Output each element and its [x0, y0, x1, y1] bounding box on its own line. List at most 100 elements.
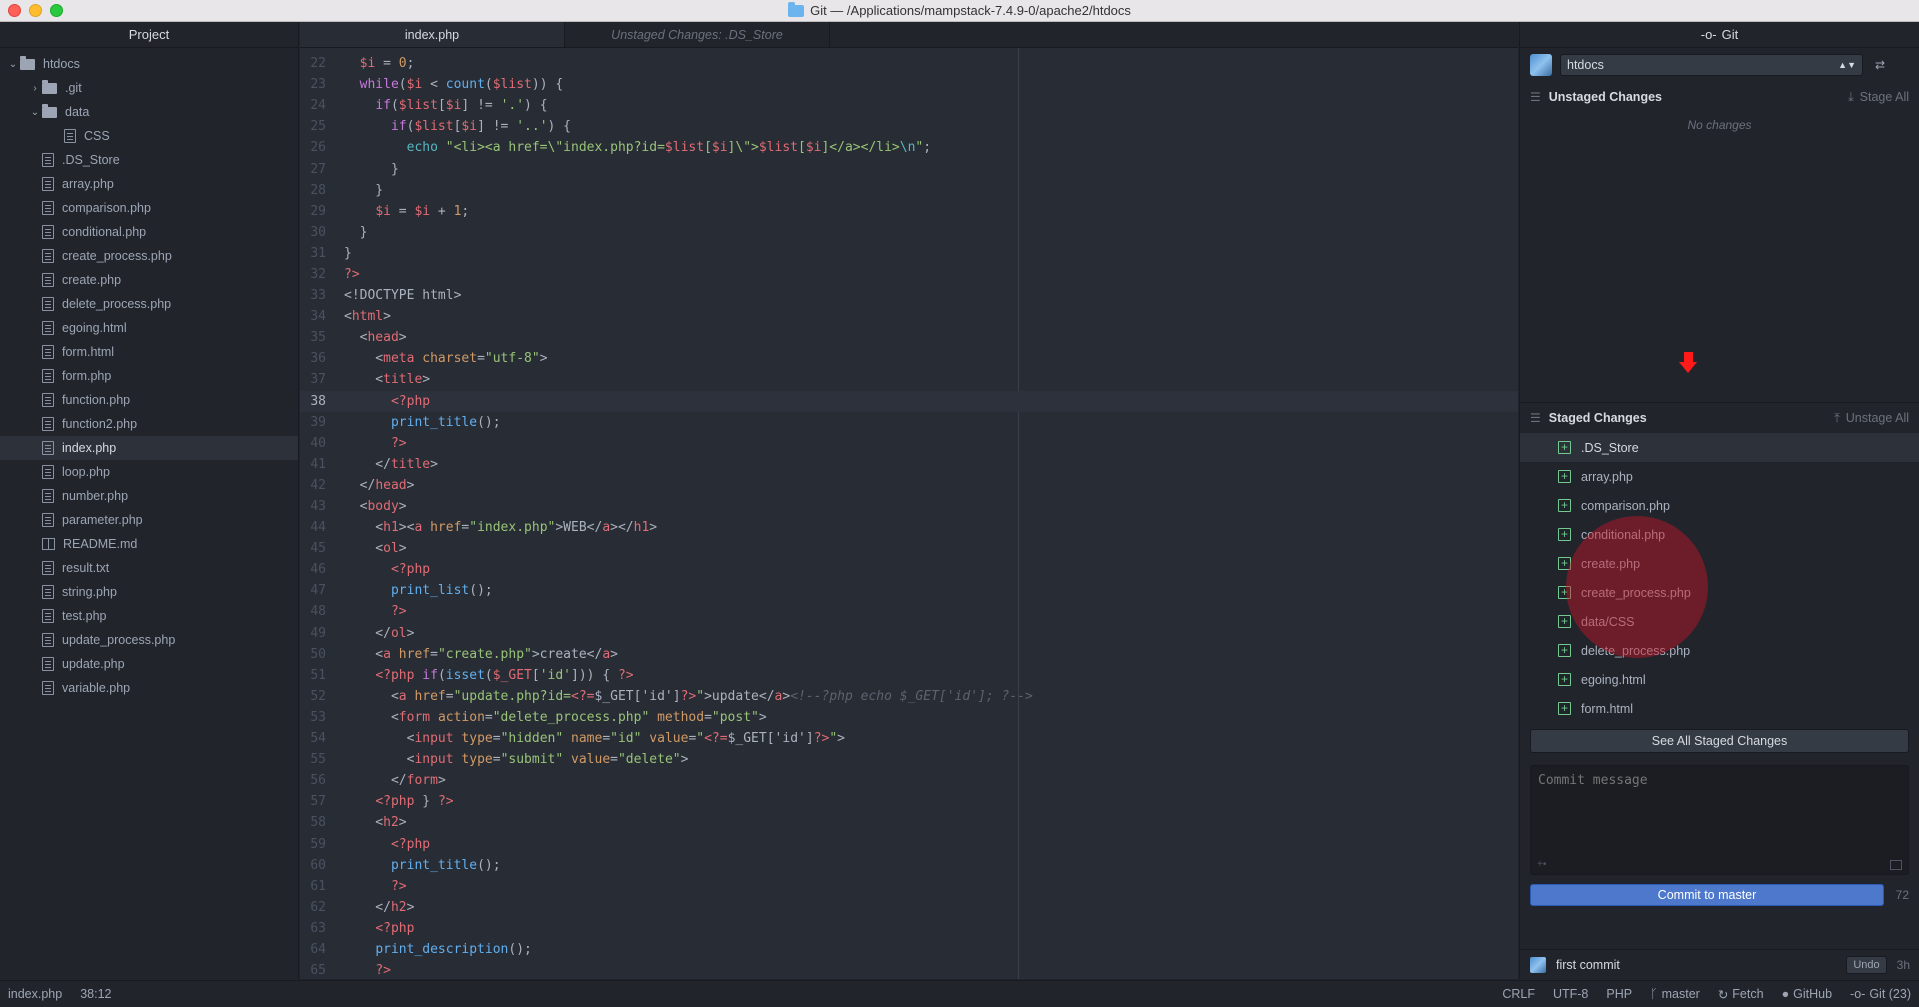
editor-tab[interactable]: index.php: [300, 22, 565, 47]
status-grammar[interactable]: PHP: [1606, 987, 1632, 1001]
status-git[interactable]: -o- Git (23): [1850, 987, 1911, 1001]
tree-item[interactable]: README.md: [0, 532, 298, 556]
staged-file-item[interactable]: + data/CSS: [1520, 607, 1919, 636]
minimize-window-button[interactable]: [29, 4, 42, 17]
status-file-path[interactable]: index.php: [8, 987, 62, 1001]
staged-file-item[interactable]: + array.php: [1520, 462, 1919, 491]
line-number[interactable]: 42: [300, 478, 326, 493]
line-number[interactable]: 39: [300, 415, 326, 430]
line-number[interactable]: 36: [300, 351, 326, 366]
line-number[interactable]: 34: [300, 309, 326, 324]
commit-button[interactable]: Commit to master: [1530, 884, 1884, 906]
recent-commit[interactable]: first commit Undo 3h: [1520, 949, 1919, 979]
line-number[interactable]: 37: [300, 372, 326, 387]
line-number[interactable]: 28: [300, 183, 326, 198]
line-number[interactable]: 63: [300, 921, 326, 936]
line-number[interactable]: 60: [300, 858, 326, 873]
undo-commit-button[interactable]: Undo: [1846, 955, 1887, 974]
line-number[interactable]: 35: [300, 330, 326, 345]
tree-item[interactable]: function2.php: [0, 412, 298, 436]
tree-item[interactable]: test.php: [0, 604, 298, 628]
line-number[interactable]: 65: [300, 963, 326, 978]
staged-file-item[interactable]: + conditional.php: [1520, 520, 1919, 549]
staged-file-item[interactable]: + delete_process.php: [1520, 636, 1919, 665]
line-number[interactable]: 45: [300, 541, 326, 556]
tree-item[interactable]: ⌄ data: [0, 100, 298, 124]
line-number[interactable]: 62: [300, 900, 326, 915]
status-branch[interactable]: ᚴ master: [1650, 987, 1700, 1001]
line-number[interactable]: 41: [300, 457, 326, 472]
line-number[interactable]: 32: [300, 267, 326, 282]
tree-item[interactable]: string.php: [0, 580, 298, 604]
line-number[interactable]: 30: [300, 225, 326, 240]
commit-message-input[interactable]: [1531, 766, 1908, 874]
expand-editor-icon[interactable]: [1890, 860, 1902, 870]
tree-item[interactable]: update_process.php: [0, 628, 298, 652]
line-number[interactable]: 47: [300, 583, 326, 598]
line-number[interactable]: 49: [300, 626, 326, 641]
status-cursor-position[interactable]: 38:12: [80, 987, 111, 1001]
tree-item[interactable]: ⌄ htdocs: [0, 52, 298, 76]
line-number[interactable]: 25: [300, 119, 326, 134]
tree-item[interactable]: delete_process.php: [0, 292, 298, 316]
line-number[interactable]: 55: [300, 752, 326, 767]
status-line-ending[interactable]: CRLF: [1502, 987, 1535, 1001]
line-number[interactable]: 38: [300, 394, 326, 409]
line-number[interactable]: 43: [300, 499, 326, 514]
tree-item[interactable]: number.php: [0, 484, 298, 508]
status-github[interactable]: ● GitHub: [1782, 987, 1832, 1001]
staged-file-item[interactable]: + egoing.html: [1520, 665, 1919, 694]
line-number[interactable]: 61: [300, 879, 326, 894]
staged-file-item[interactable]: + comparison.php: [1520, 491, 1919, 520]
tree-item[interactable]: comparison.php: [0, 196, 298, 220]
tree-item[interactable]: loop.php: [0, 460, 298, 484]
stage-all-button[interactable]: ⤓ Stage All: [1848, 90, 1909, 105]
line-number[interactable]: 59: [300, 837, 326, 852]
line-number[interactable]: 23: [300, 77, 326, 92]
status-fetch[interactable]: ↻ Fetch: [1718, 987, 1764, 1002]
line-number[interactable]: 26: [300, 140, 326, 155]
unstage-all-button[interactable]: ⤒ Unstage All: [1834, 411, 1909, 426]
staged-file-item[interactable]: + create_process.php: [1520, 578, 1919, 607]
close-window-button[interactable]: [8, 4, 21, 17]
tree-item[interactable]: form.php: [0, 364, 298, 388]
tree-item[interactable]: index.php: [0, 436, 298, 460]
code-editor[interactable]: 22 $i = 0; 23 while($i < count($list)) {2…: [300, 53, 1518, 981]
repo-select[interactable]: htdocs ▲▼: [1560, 54, 1863, 76]
line-number[interactable]: 64: [300, 942, 326, 957]
tree-item[interactable]: CSS: [0, 124, 298, 148]
tree-item[interactable]: function.php: [0, 388, 298, 412]
tree-item[interactable]: form.html: [0, 340, 298, 364]
project-tree-header[interactable]: Project: [0, 22, 298, 48]
line-number[interactable]: 57: [300, 794, 326, 809]
line-number[interactable]: 22: [300, 56, 326, 71]
staged-file-item[interactable]: + .DS_Store: [1520, 433, 1919, 462]
line-number[interactable]: 48: [300, 604, 326, 619]
line-number[interactable]: 52: [300, 689, 326, 704]
line-number[interactable]: 56: [300, 773, 326, 788]
line-number[interactable]: 31: [300, 246, 326, 261]
line-number[interactable]: 40: [300, 436, 326, 451]
line-number[interactable]: 24: [300, 98, 326, 113]
tree-item[interactable]: › .git: [0, 76, 298, 100]
maximize-window-button[interactable]: [50, 4, 63, 17]
line-number[interactable]: 58: [300, 815, 326, 830]
co-author-icon[interactable]: +•: [1537, 859, 1546, 870]
tree-item[interactable]: .DS_Store: [0, 148, 298, 172]
line-number[interactable]: 27: [300, 162, 326, 177]
line-number[interactable]: 51: [300, 668, 326, 683]
status-encoding[interactable]: UTF-8: [1553, 987, 1588, 1001]
tree-item[interactable]: update.php: [0, 652, 298, 676]
line-number[interactable]: 54: [300, 731, 326, 746]
tree-item[interactable]: variable.php: [0, 676, 298, 700]
editor-tab[interactable]: Unstaged Changes: .DS_Store: [565, 22, 830, 47]
line-number[interactable]: 29: [300, 204, 326, 219]
staged-file-item[interactable]: + form.html: [1520, 694, 1919, 723]
git-panel-header[interactable]: -o- Git: [1520, 22, 1919, 48]
staged-file-item[interactable]: + create.php: [1520, 549, 1919, 578]
tree-item[interactable]: egoing.html: [0, 316, 298, 340]
tree-item[interactable]: conditional.php: [0, 220, 298, 244]
line-number[interactable]: 44: [300, 520, 326, 535]
line-number[interactable]: 33: [300, 288, 326, 303]
tree-item[interactable]: create.php: [0, 268, 298, 292]
